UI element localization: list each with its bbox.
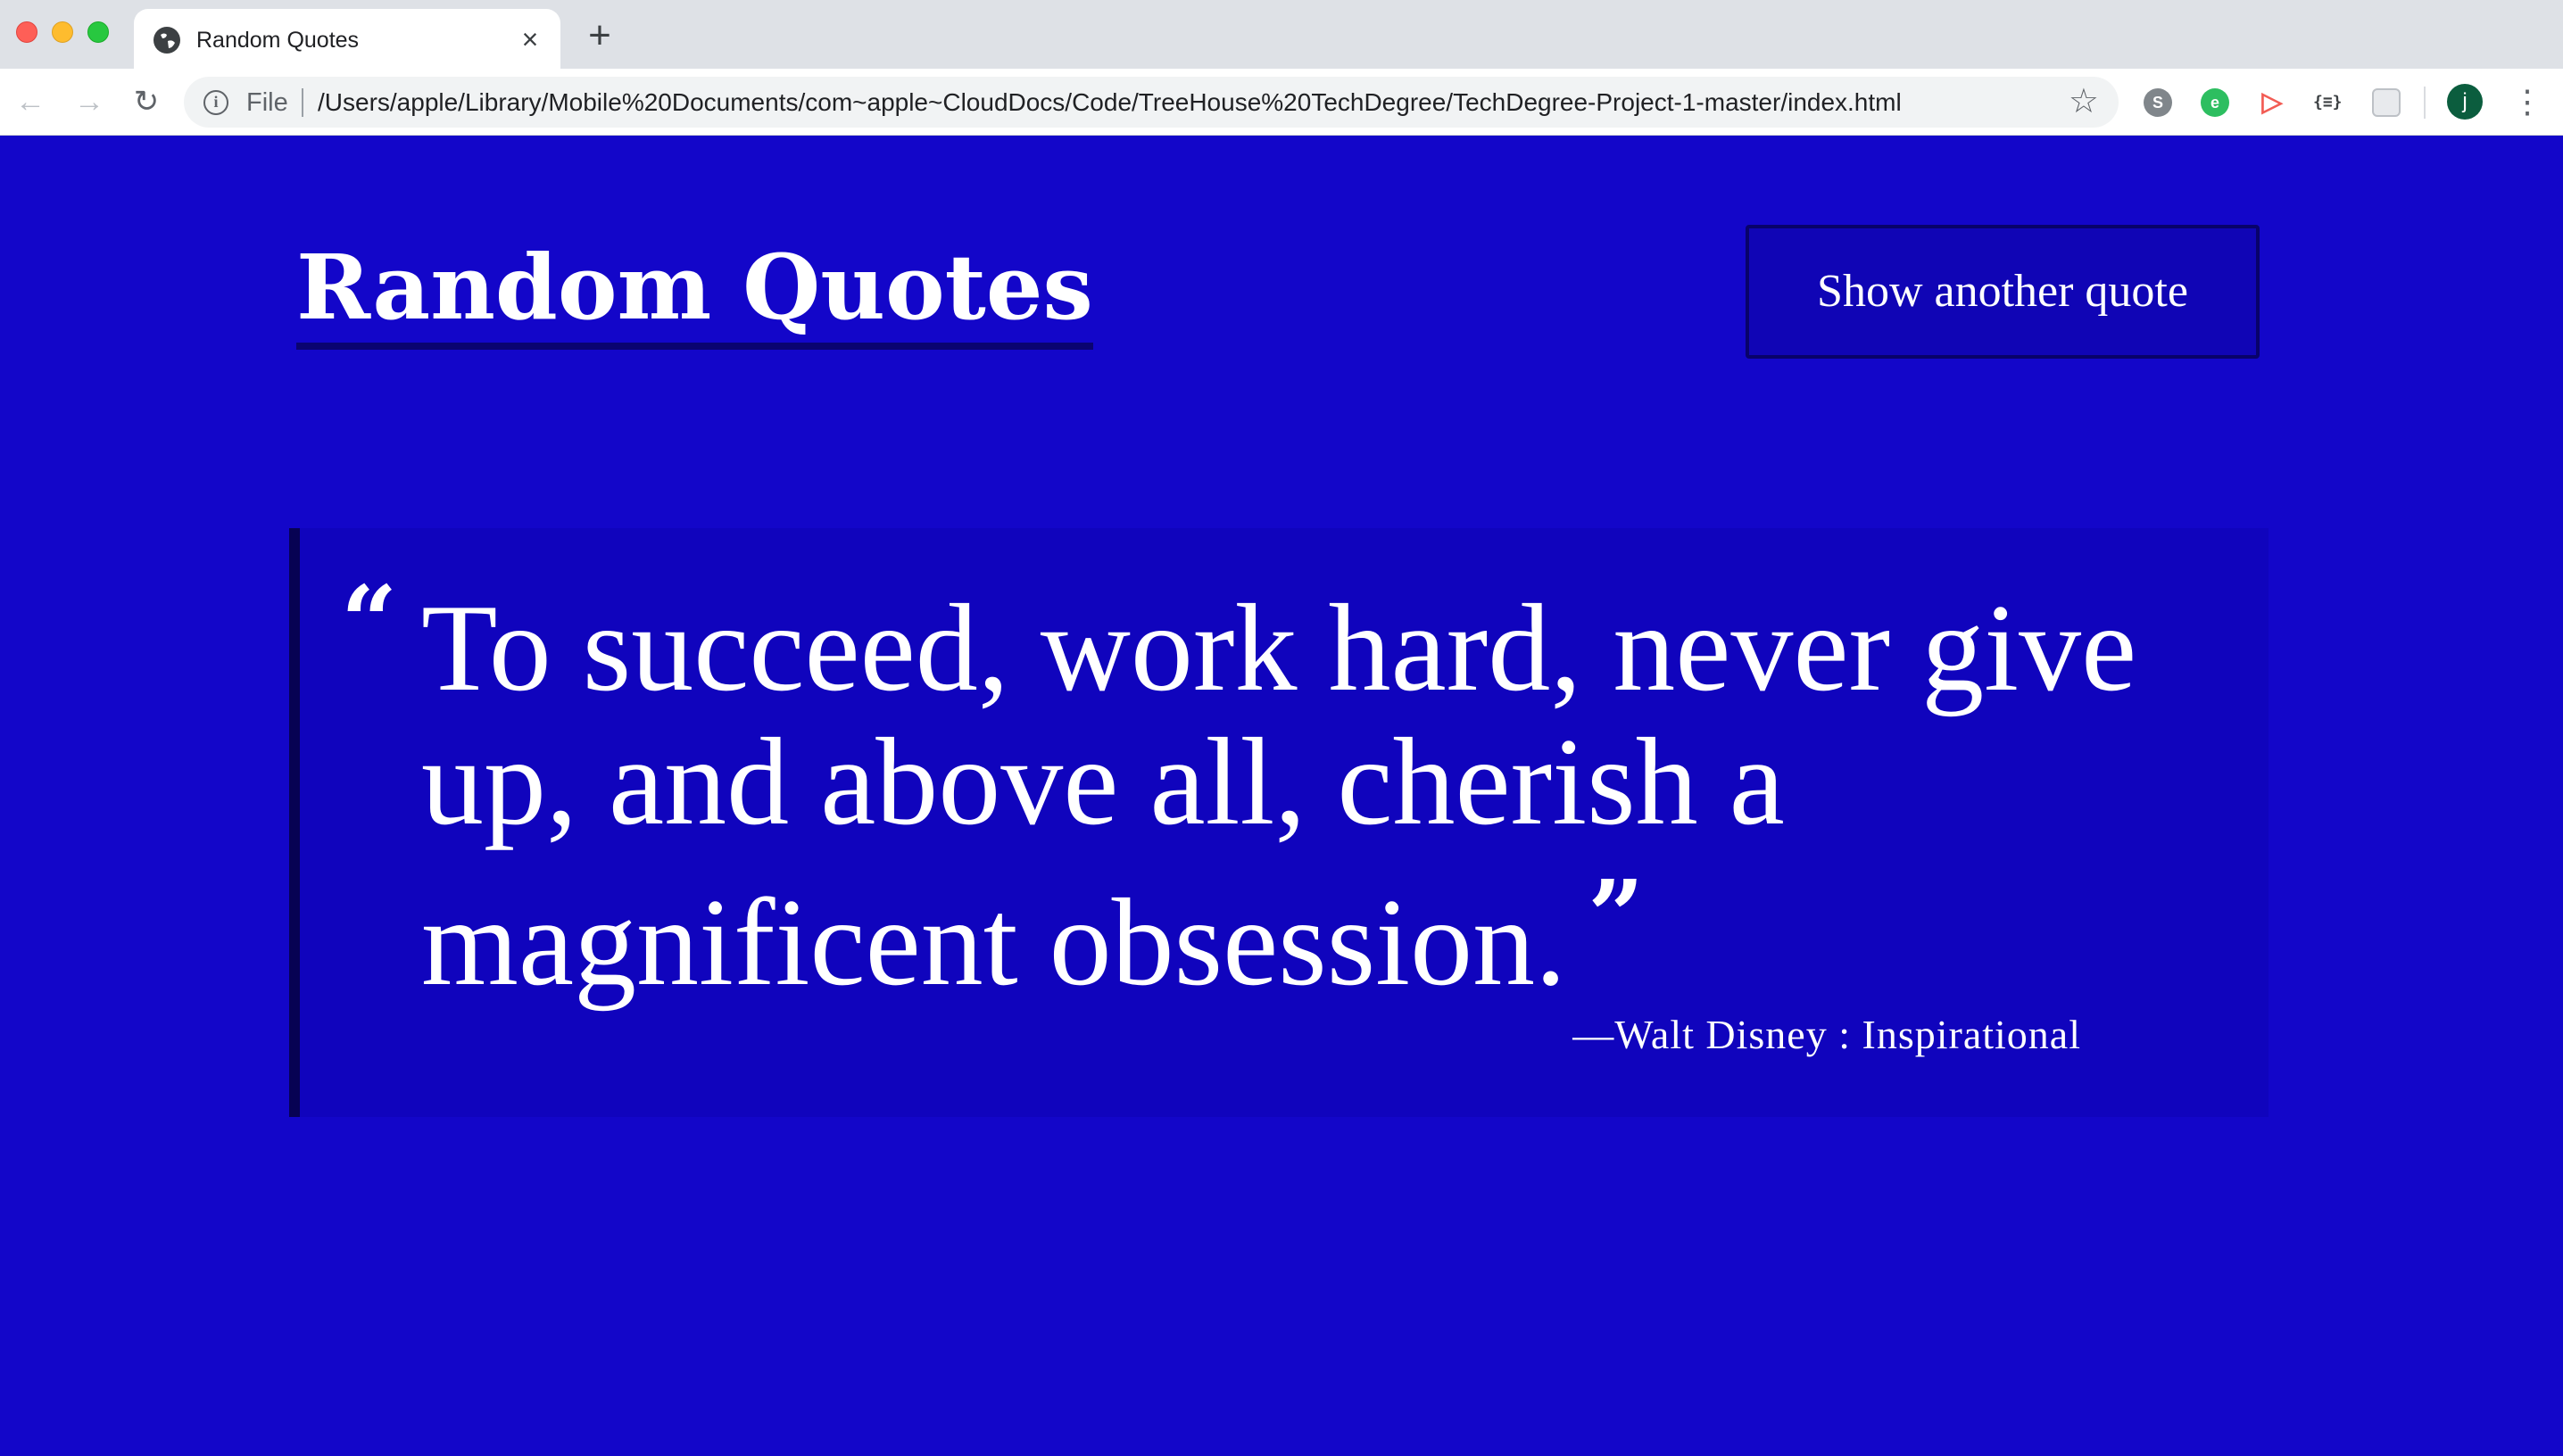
window-close-button[interactable] — [16, 21, 37, 43]
window-minimize-button[interactable] — [52, 21, 73, 43]
reload-icon[interactable]: ↻ — [129, 84, 164, 120]
url-text[interactable]: /Users/apple/Library/Mobile%20Documents/… — [318, 89, 1902, 116]
tab-title: Random Quotes — [196, 28, 360, 53]
forward-arrow-icon[interactable]: → — [71, 84, 107, 120]
window-zoom-button[interactable] — [87, 21, 109, 43]
browser-toolbar: ← → ↻ i File /Users/apple/Library/Mobile… — [0, 69, 2563, 136]
bookmark-star-icon[interactable]: ☆ — [2069, 84, 2099, 120]
quote-box: “ To succeed, work hard, never give up, … — [289, 528, 2269, 1117]
profile-avatar[interactable]: j — [2447, 84, 2483, 120]
url-divider — [302, 88, 303, 117]
page-body: Random Quotes Show another quote “ To su… — [0, 136, 2563, 1456]
toolbar-divider — [2424, 87, 2426, 119]
url-scheme-label: File — [246, 88, 288, 117]
browser-tab-strip: Random Quotes × + — [0, 0, 2563, 69]
page-title: Random Quotes — [296, 234, 1093, 350]
cast-extension-icon[interactable]: ▷ — [2258, 88, 2286, 117]
globe-icon — [153, 27, 180, 54]
skype-extension-icon[interactable]: S — [2144, 88, 2172, 117]
tab-close-icon[interactable]: × — [516, 25, 544, 54]
grid-extension-icon[interactable] — [2372, 88, 2401, 117]
browser-tab[interactable]: Random Quotes × — [134, 9, 560, 69]
browser-menu-icon[interactable]: ⋮ — [2511, 84, 2543, 120]
quote-attribution: —Walt Disney : Inspirational — [1572, 1012, 2081, 1057]
new-tab-button[interactable]: + — [582, 16, 618, 55]
json-viewer-extension-icon[interactable]: {≡} — [2313, 88, 2343, 117]
address-bar[interactable]: i File /Users/apple/Library/Mobile%20Doc… — [184, 77, 2119, 128]
close-quote-mark: ” — [1588, 858, 1645, 973]
open-quote-mark: “ — [341, 564, 398, 679]
show-another-quote-button[interactable]: Show another quote — [1746, 225, 2260, 359]
back-arrow-icon[interactable]: ← — [12, 84, 48, 120]
info-icon[interactable]: i — [203, 90, 228, 115]
quote-text: To succeed, work hard, never give up, an… — [421, 579, 2137, 1012]
evernote-extension-icon[interactable]: e — [2201, 88, 2229, 117]
quote-text-container: To succeed, work hard, never give up, an… — [421, 582, 2188, 1010]
